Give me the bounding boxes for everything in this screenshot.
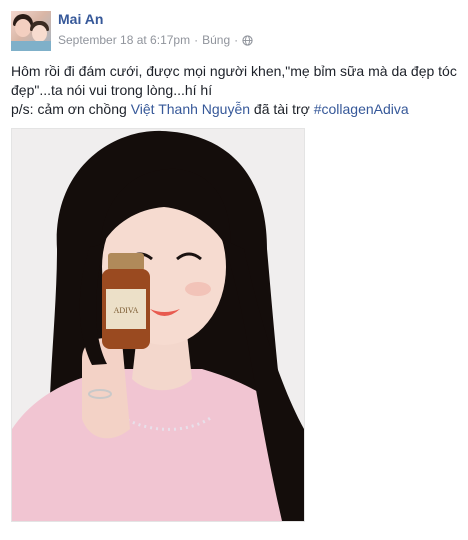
post-card: Mai An September 18 at 6:17pm · Búng · H… (0, 0, 468, 540)
post-meta: September 18 at 6:17pm · Búng · (58, 33, 253, 47)
globe-icon[interactable] (242, 34, 253, 46)
meta-separator: · (234, 33, 239, 47)
post-photo[interactable]: ADIVA (11, 128, 305, 522)
post-location[interactable]: Búng (202, 33, 230, 47)
text-segment: p/s: cảm ơn chồng (11, 101, 131, 117)
text-segment: đã tài trợ (250, 101, 314, 117)
post-text: Hôm rồi đi đám cưới, được mọi người khen… (11, 62, 457, 119)
post-timestamp[interactable]: September 18 at 6:17pm (58, 33, 190, 47)
author-name[interactable]: Mai An (58, 11, 103, 27)
hashtag-link[interactable]: #collagenAdiva (314, 101, 409, 117)
meta-separator: · (194, 33, 199, 47)
post-text-line: p/s: cảm ơn chồng Việt Thanh Nguyễn đã t… (11, 100, 457, 119)
author-avatar[interactable] (11, 11, 51, 51)
photo-illustration: ADIVA (12, 129, 304, 521)
post-text-line: Hôm rồi đi đám cưới, được mọi người khen… (11, 63, 457, 98)
bottle-label-text: ADIVA (114, 306, 139, 315)
tagged-user-link[interactable]: Việt Thanh Nguyễn (131, 101, 250, 117)
